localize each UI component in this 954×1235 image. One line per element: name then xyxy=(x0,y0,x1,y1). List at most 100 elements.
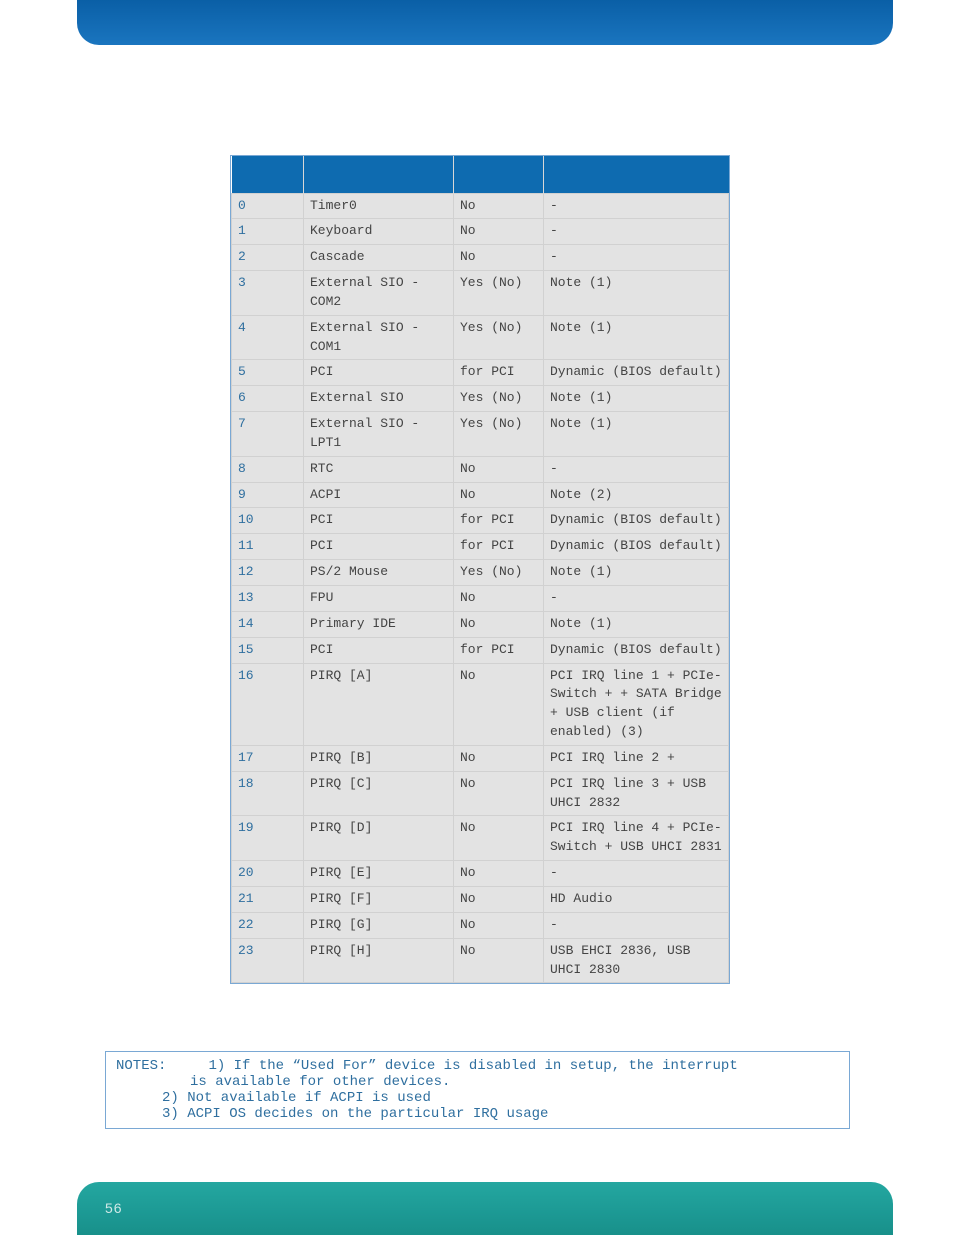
table-cell: Dynamic (BIOS default) xyxy=(544,534,729,560)
table-cell: 21 xyxy=(232,886,304,912)
table-cell: Primary IDE xyxy=(304,611,454,637)
table-row: 17PIRQ [B]NoPCI IRQ line 2 + xyxy=(232,745,729,771)
col-dev xyxy=(304,156,454,193)
table-cell: 3 xyxy=(232,271,304,316)
table-cell: No xyxy=(454,193,544,219)
table-cell: - xyxy=(544,245,729,271)
table-row: 4External SIO - COM1Yes (No)Note (1) xyxy=(232,315,729,360)
table-cell: Note (1) xyxy=(544,315,729,360)
notes-box: NOTES: 1) If the “Used For” device is di… xyxy=(105,1051,850,1129)
table-cell: FPU xyxy=(304,586,454,612)
table-cell: - xyxy=(544,861,729,887)
table-cell: 14 xyxy=(232,611,304,637)
table-cell: External SIO xyxy=(304,386,454,412)
table-row: 11PCIfor PCIDynamic (BIOS default) xyxy=(232,534,729,560)
table-cell: PIRQ [H] xyxy=(304,938,454,983)
table-row: 0Timer0No- xyxy=(232,193,729,219)
table-cell: PIRQ [A] xyxy=(304,663,454,745)
col-used xyxy=(544,156,729,193)
table-row: 8RTCNo- xyxy=(232,456,729,482)
table-cell: 22 xyxy=(232,912,304,938)
table-cell: Note (1) xyxy=(544,271,729,316)
table-row: 3External SIO - COM2Yes (No)Note (1) xyxy=(232,271,729,316)
table-cell: PCI xyxy=(304,637,454,663)
table-cell: for PCI xyxy=(454,508,544,534)
table-cell: Note (1) xyxy=(544,611,729,637)
table-cell: Note (1) xyxy=(544,560,729,586)
table-cell: Dynamic (BIOS default) xyxy=(544,360,729,386)
table-cell: No xyxy=(454,745,544,771)
table-row: 19PIRQ [D]NoPCI IRQ line 4 + PCIe- Switc… xyxy=(232,816,729,861)
table-row: 22PIRQ [G]No- xyxy=(232,912,729,938)
table-cell: - xyxy=(544,586,729,612)
table-cell: for PCI xyxy=(454,534,544,560)
table-row: 2CascadeNo- xyxy=(232,245,729,271)
table-cell: for PCI xyxy=(454,360,544,386)
table-cell: PIRQ [D] xyxy=(304,816,454,861)
table-cell: No xyxy=(454,771,544,816)
table-row: 21PIRQ [F]No HD Audio xyxy=(232,886,729,912)
table-cell: No xyxy=(454,586,544,612)
table-cell: 10 xyxy=(232,508,304,534)
table-cell: PCI IRQ line 1 + PCIe- Switch + + SATA B… xyxy=(544,663,729,745)
table-cell: 4 xyxy=(232,315,304,360)
irq-table: 0Timer0No-1KeyboardNo-2CascadeNo-3Extern… xyxy=(231,156,729,983)
table-cell: No xyxy=(454,886,544,912)
table-cell: 19 xyxy=(232,816,304,861)
table-cell: Yes (No) xyxy=(454,271,544,316)
table-cell: PS/2 Mouse xyxy=(304,560,454,586)
table-cell: PIRQ [G] xyxy=(304,912,454,938)
col-avail xyxy=(454,156,544,193)
table-row: 18PIRQ [C]NoPCI IRQ line 3 + USB UHCI 28… xyxy=(232,771,729,816)
table-cell: No xyxy=(454,219,544,245)
table-cell: PCI xyxy=(304,360,454,386)
table-row: 23PIRQ [H]NoUSB EHCI 2836, USB UHCI 2830 xyxy=(232,938,729,983)
table-cell: 11 xyxy=(232,534,304,560)
table-cell: Yes (No) xyxy=(454,412,544,457)
table-row: 13FPUNo- xyxy=(232,586,729,612)
table-cell: 17 xyxy=(232,745,304,771)
table-cell: - xyxy=(544,193,729,219)
table-cell: Dynamic (BIOS default) xyxy=(544,508,729,534)
table-row: 7External SIO - LPT1Yes (No)Note (1) xyxy=(232,412,729,457)
table-row: 10PCIfor PCIDynamic (BIOS default) xyxy=(232,508,729,534)
table-cell: PIRQ [C] xyxy=(304,771,454,816)
table-cell: 20 xyxy=(232,861,304,887)
table-cell: No xyxy=(454,861,544,887)
page-number: 56 xyxy=(105,1200,123,1216)
notes-line-1a: 1) If the “Used For” device is disabled … xyxy=(208,1058,737,1074)
table-cell: RTC xyxy=(304,456,454,482)
table-cell: Note (2) xyxy=(544,482,729,508)
table-row: 9ACPINoNote (2) xyxy=(232,482,729,508)
table-cell: - xyxy=(544,912,729,938)
table-cell: No xyxy=(454,663,544,745)
table-cell: 0 xyxy=(232,193,304,219)
table-cell: PCI xyxy=(304,508,454,534)
table-cell: for PCI xyxy=(454,637,544,663)
table-cell: HD Audio xyxy=(544,886,729,912)
table-cell: 9 xyxy=(232,482,304,508)
table-cell: External SIO - COM1 xyxy=(304,315,454,360)
table-cell: PIRQ [B] xyxy=(304,745,454,771)
table-cell: No xyxy=(454,912,544,938)
notes-line-3: 3) ACPI OS decides on the particular IRQ… xyxy=(116,1106,839,1122)
table-cell: PCI IRQ line 4 + PCIe- Switch + USB UHCI… xyxy=(544,816,729,861)
table-cell: 5 xyxy=(232,360,304,386)
table-cell: 23 xyxy=(232,938,304,983)
table-cell: Yes (No) xyxy=(454,315,544,360)
table-cell: No xyxy=(454,611,544,637)
table-cell: Yes (No) xyxy=(454,386,544,412)
table-cell: 13 xyxy=(232,586,304,612)
table-cell: 15 xyxy=(232,637,304,663)
table-cell: PCI xyxy=(304,534,454,560)
table-row: 5PCIfor PCIDynamic (BIOS default) xyxy=(232,360,729,386)
table-cell: 7 xyxy=(232,412,304,457)
table-row: 14Primary IDENoNote (1) xyxy=(232,611,729,637)
table-cell: Cascade xyxy=(304,245,454,271)
table-cell: Note (1) xyxy=(544,386,729,412)
table-cell: 16 xyxy=(232,663,304,745)
irq-table-container: 0Timer0No-1KeyboardNo-2CascadeNo-3Extern… xyxy=(230,155,730,984)
table-row: 20PIRQ [E]No- xyxy=(232,861,729,887)
table-row: 1KeyboardNo- xyxy=(232,219,729,245)
notes-line-2: 2) Not available if ACPI is used xyxy=(116,1090,839,1106)
